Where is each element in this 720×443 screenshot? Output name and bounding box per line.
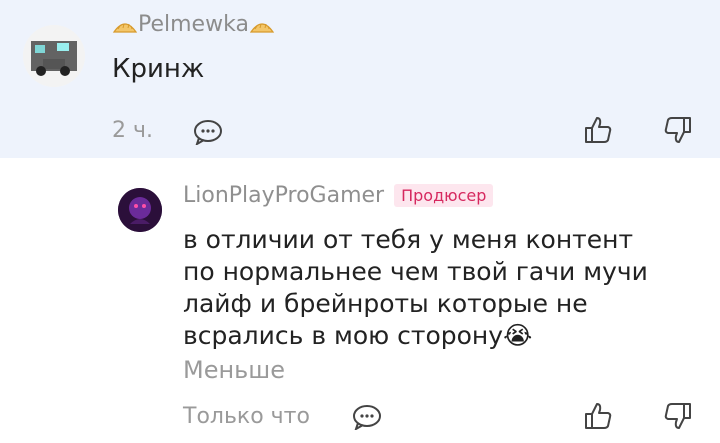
dumpling-icon [112,17,138,33]
like-icon[interactable] [583,401,613,435]
comment-time: Только что [183,404,310,429]
like-icon[interactable] [583,115,613,149]
dislike-icon[interactable] [663,115,693,149]
role-badge: Продюсер [394,184,494,207]
avatar[interactable] [23,25,85,87]
reply-icon[interactable] [352,404,382,434]
comment-author-row: LionPlayProGamer Продюсер [183,183,494,208]
comment-author[interactable]: Pelmewka [138,12,249,37]
dislike-icon[interactable] [663,401,693,435]
crying-emoji: 😭 [503,321,533,350]
dumpling-icon [249,17,275,33]
comment-text: в отличии от тебя у меня контент по норм… [183,224,663,352]
comment-text-body: в отличии от тебя у меня контент по норм… [183,225,648,350]
reply-icon[interactable] [193,119,223,149]
comment-time: 2 ч. [112,118,153,143]
comment-author[interactable]: LionPlayProGamer [183,183,384,208]
avatar[interactable] [118,188,162,232]
comment-text: Кринж [112,54,205,84]
show-less-link[interactable]: Меньше [183,356,285,384]
comment-author-row: Pelmewka [112,12,275,37]
